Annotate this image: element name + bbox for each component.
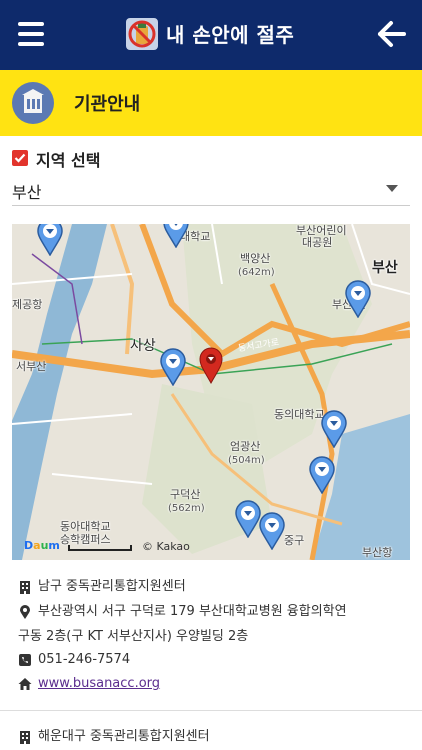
map-label: (642m) <box>238 267 275 278</box>
facility-marker-icon[interactable] <box>258 512 286 551</box>
section-header <box>0 70 422 136</box>
facility-marker-icon[interactable] <box>344 280 372 319</box>
map-label: 중구 <box>284 534 305 547</box>
building-icon <box>20 731 30 744</box>
agency-building-icon <box>12 82 54 124</box>
region-select-value: 부산 <box>12 183 42 202</box>
app-title: 내 손안에 절주 <box>166 23 295 47</box>
facility-address-continued: 구동 2층(구 KT 서부산지사) 우양빌딩 2층 <box>18 629 249 644</box>
building-icon <box>20 581 30 594</box>
map-label: 엄광산 <box>230 440 261 453</box>
map-copyright: © Kakao <box>142 540 190 553</box>
facility-name: 남구 중독관리통합지원센터 <box>38 579 186 594</box>
map-label: 구덕산 <box>170 488 201 501</box>
hamburger-menu-icon[interactable] <box>18 22 44 46</box>
map-label: (562m) <box>168 503 205 514</box>
region-select[interactable]: 부산 <box>12 172 410 206</box>
facility-name: 해운대구 중독관리통합지원센터 <box>38 729 210 744</box>
back-arrow-icon[interactable] <box>376 18 408 50</box>
map-label: 사상 <box>130 338 156 354</box>
chevron-down-icon <box>386 185 398 192</box>
facility-marker-icon[interactable] <box>159 348 187 387</box>
region-label: 지역 선택 <box>36 151 101 170</box>
facility-address: 부산광역시 서구 구덕로 179 부산대학교병원 융합의학연 <box>38 604 347 619</box>
region-checkbox[interactable] <box>12 150 28 166</box>
map-label: 동의대학교 <box>274 408 325 421</box>
map-label: 대공원 <box>302 236 333 249</box>
no-drinking-logo <box>126 18 158 50</box>
facility-marker-icon[interactable] <box>162 224 190 249</box>
home-icon <box>18 678 32 690</box>
section-title: 기관안내 <box>74 94 141 115</box>
map-view[interactable]: 대학교 부산어린이 대공원 백양산 (642m) 부산 부산 진 제공항 사상 … <box>12 224 410 560</box>
facility-website-link[interactable]: www.busanacc.org <box>38 673 160 695</box>
map-scale-bar <box>68 545 132 551</box>
facility-marker-icon[interactable] <box>36 224 64 257</box>
selected-marker-icon[interactable] <box>198 346 224 385</box>
phone-icon <box>19 654 31 666</box>
map-label: 부산 <box>372 260 398 276</box>
map-label: (504m) <box>228 455 265 466</box>
map-label: 백양산 <box>240 252 271 265</box>
facility-phone[interactable]: 051-246-7574 <box>38 649 130 671</box>
facility-marker-icon[interactable] <box>308 456 336 495</box>
map-label: 동아대학교 <box>60 520 111 533</box>
map-label: 제공항 <box>12 298 43 311</box>
app-header: 내 손안에 절주 <box>0 0 422 70</box>
map-label: 서부산 <box>16 360 47 373</box>
daum-logo: Daum <box>24 539 60 552</box>
map-marker-icon <box>20 605 30 619</box>
facility-marker-icon[interactable] <box>320 410 348 449</box>
divider <box>0 710 422 711</box>
map-label: 부산항 <box>362 546 393 559</box>
